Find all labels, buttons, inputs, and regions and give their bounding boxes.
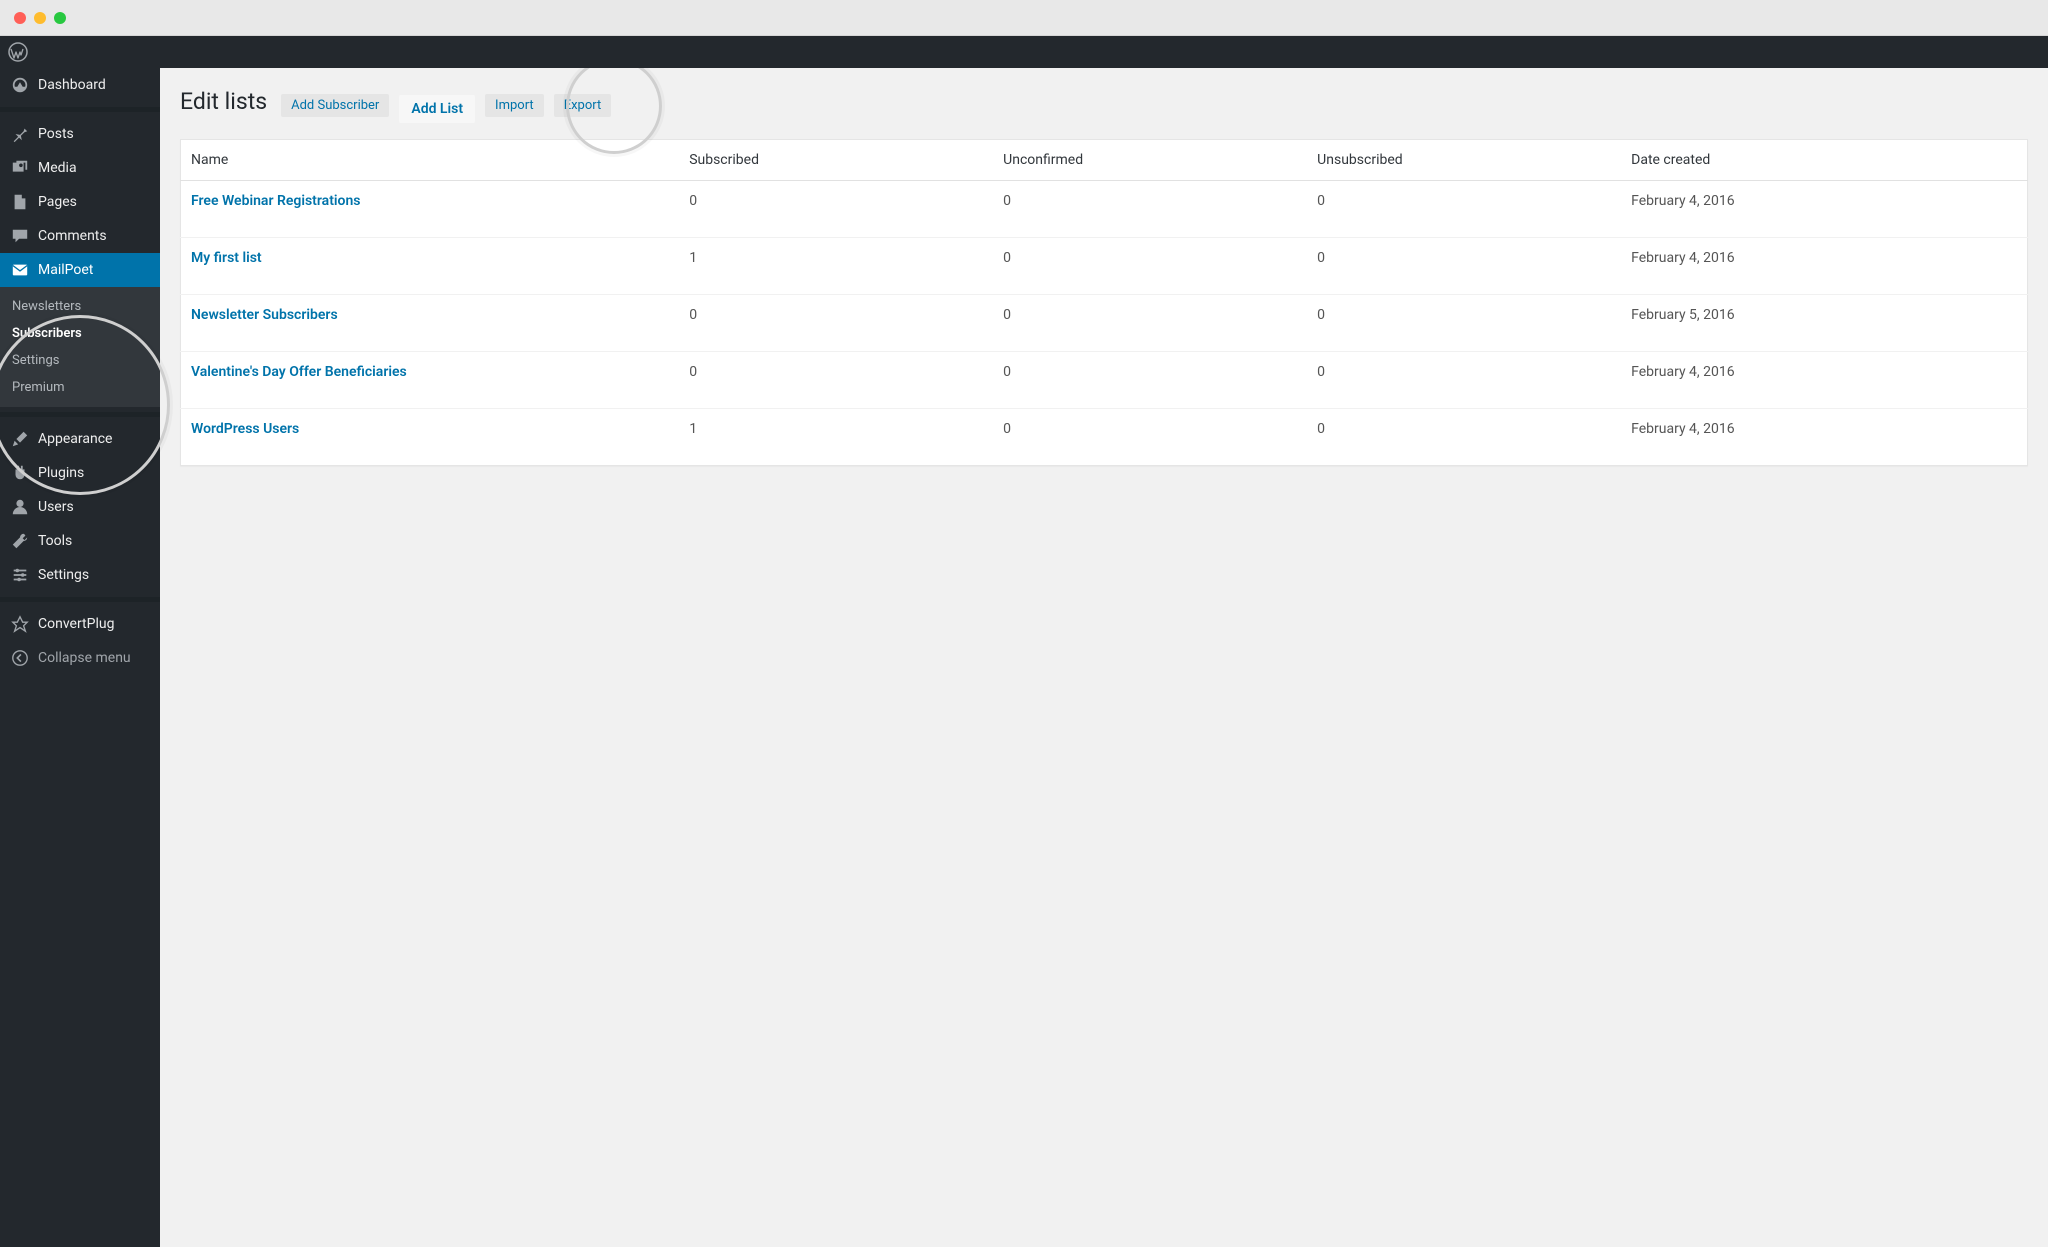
sidebar-item-dashboard[interactable]: Dashboard <box>0 68 160 102</box>
cell-date: February 4, 2016 <box>1621 409 2027 466</box>
window-titlebar <box>0 0 2048 36</box>
cell-date: February 4, 2016 <box>1621 238 2027 295</box>
sliders-icon <box>10 566 30 584</box>
sidebar-item-appearance[interactable]: Appearance <box>0 422 160 456</box>
cell-unconfirmed: 0 <box>993 409 1307 466</box>
sidebar-item-label: Dashboard <box>38 77 106 93</box>
sidebar-item-label: Comments <box>38 228 107 244</box>
cell-subscribed: 0 <box>679 295 993 352</box>
sidebar-item-label: MailPoet <box>38 262 93 278</box>
cell-unconfirmed: 0 <box>993 181 1307 238</box>
cell-unconfirmed: 0 <box>993 352 1307 409</box>
sidebar-item-label: Settings <box>38 567 89 583</box>
table-row: My first list100February 4, 2016 <box>181 238 2028 295</box>
sidebar-item-pages[interactable]: Pages <box>0 185 160 219</box>
col-header-unconfirmed[interactable]: Unconfirmed <box>993 140 1307 181</box>
cell-unconfirmed: 0 <box>993 238 1307 295</box>
col-header-date[interactable]: Date created <box>1621 140 2027 181</box>
table-header-row: Name Subscribed Unconfirmed Unsubscribed… <box>181 140 2028 181</box>
sidebar-item-label: Appearance <box>38 431 112 447</box>
collapse-icon <box>10 649 30 667</box>
sidebar-item-label: Plugins <box>38 465 84 481</box>
lists-table: Name Subscribed Unconfirmed Unsubscribed… <box>180 139 2028 466</box>
sidebar-item-label: Tools <box>38 533 72 549</box>
cell-unsubscribed: 0 <box>1307 409 1621 466</box>
cell-unsubscribed: 0 <box>1307 238 1621 295</box>
cell-subscribed: 0 <box>679 352 993 409</box>
table-row: WordPress Users100February 4, 2016 <box>181 409 2028 466</box>
list-name-link[interactable]: Valentine's Day Offer Beneficiaries <box>191 364 407 380</box>
sidebar-item-posts[interactable]: Posts <box>0 117 160 151</box>
import-button[interactable]: Import <box>485 94 544 117</box>
submenu-item-settings[interactable]: Settings <box>0 347 160 374</box>
brush-icon <box>10 430 30 448</box>
cell-subscribed: 0 <box>679 181 993 238</box>
sidebar-item-mailpoet[interactable]: MailPoet <box>0 253 160 287</box>
add-list-button[interactable]: Add List <box>399 95 475 123</box>
submenu-item-premium[interactable]: Premium <box>0 374 160 401</box>
submenu-item-subscribers[interactable]: Subscribers <box>0 320 160 347</box>
menu-separator <box>0 107 160 112</box>
table-row: Newsletter Subscribers000February 5, 201… <box>181 295 2028 352</box>
sidebar-item-settings[interactable]: Settings <box>0 558 160 592</box>
cell-unconfirmed: 0 <box>993 295 1307 352</box>
wordpress-logo-icon[interactable] <box>4 38 32 66</box>
list-name-link[interactable]: My first list <box>191 250 262 266</box>
pages-icon <box>10 193 30 211</box>
admin-bar <box>0 36 2048 68</box>
menu-separator <box>0 412 160 417</box>
wrench-icon <box>10 532 30 550</box>
window-minimize-icon[interactable] <box>34 12 46 24</box>
sidebar-item-label: Pages <box>38 194 77 210</box>
sidebar-item-tools[interactable]: Tools <box>0 524 160 558</box>
sidebar-item-comments[interactable]: Comments <box>0 219 160 253</box>
dashboard-icon <box>10 76 30 94</box>
page-title: Edit lists <box>180 88 267 115</box>
sidebar-item-label: Users <box>38 499 74 515</box>
window-zoom-icon[interactable] <box>54 12 66 24</box>
sidebar-item-label: ConvertPlug <box>38 616 114 632</box>
cell-unsubscribed: 0 <box>1307 352 1621 409</box>
cell-subscribed: 1 <box>679 238 993 295</box>
sidebar-item-users[interactable]: Users <box>0 490 160 524</box>
cell-date: February 4, 2016 <box>1621 181 2027 238</box>
col-header-name[interactable]: Name <box>181 140 680 181</box>
list-name-link[interactable]: Free Webinar Registrations <box>191 193 361 209</box>
cell-date: February 5, 2016 <box>1621 295 2027 352</box>
comments-icon <box>10 227 30 245</box>
sidebar-item-label: Media <box>38 160 77 176</box>
cell-subscribed: 1 <box>679 409 993 466</box>
list-name-link[interactable]: Newsletter Subscribers <box>191 307 338 323</box>
menu-separator <box>0 597 160 602</box>
mailpoet-submenu: Newsletters Subscribers Settings Premium <box>0 287 160 407</box>
admin-sidebar: Dashboard Posts Media Pages Commen <box>0 68 160 1247</box>
table-row: Valentine's Day Offer Beneficiaries000Fe… <box>181 352 2028 409</box>
col-header-subscribed[interactable]: Subscribed <box>679 140 993 181</box>
pin-icon <box>10 125 30 143</box>
collapse-menu-button[interactable]: Collapse menu <box>0 641 160 675</box>
export-button[interactable]: Export <box>554 94 612 117</box>
window-close-icon[interactable] <box>14 12 26 24</box>
user-icon <box>10 498 30 516</box>
cell-unsubscribed: 0 <box>1307 181 1621 238</box>
convertplug-icon <box>10 615 30 633</box>
submenu-item-newsletters[interactable]: Newsletters <box>0 293 160 320</box>
plug-icon <box>10 464 30 482</box>
main-content: Edit lists Add Subscriber Add List Impor… <box>160 68 2048 1247</box>
col-header-unsubscribed[interactable]: Unsubscribed <box>1307 140 1621 181</box>
cell-unsubscribed: 0 <box>1307 295 1621 352</box>
list-name-link[interactable]: WordPress Users <box>191 421 299 437</box>
collapse-label: Collapse menu <box>38 650 131 666</box>
envelope-icon <box>10 261 30 279</box>
sidebar-item-media[interactable]: Media <box>0 151 160 185</box>
sidebar-item-plugins[interactable]: Plugins <box>0 456 160 490</box>
cell-date: February 4, 2016 <box>1621 352 2027 409</box>
media-icon <box>10 159 30 177</box>
sidebar-item-label: Posts <box>38 126 74 142</box>
sidebar-item-convertplug[interactable]: ConvertPlug <box>0 607 160 641</box>
add-subscriber-button[interactable]: Add Subscriber <box>281 94 389 117</box>
page-heading-row: Edit lists Add Subscriber Add List Impor… <box>180 88 2028 119</box>
table-row: Free Webinar Registrations000February 4,… <box>181 181 2028 238</box>
